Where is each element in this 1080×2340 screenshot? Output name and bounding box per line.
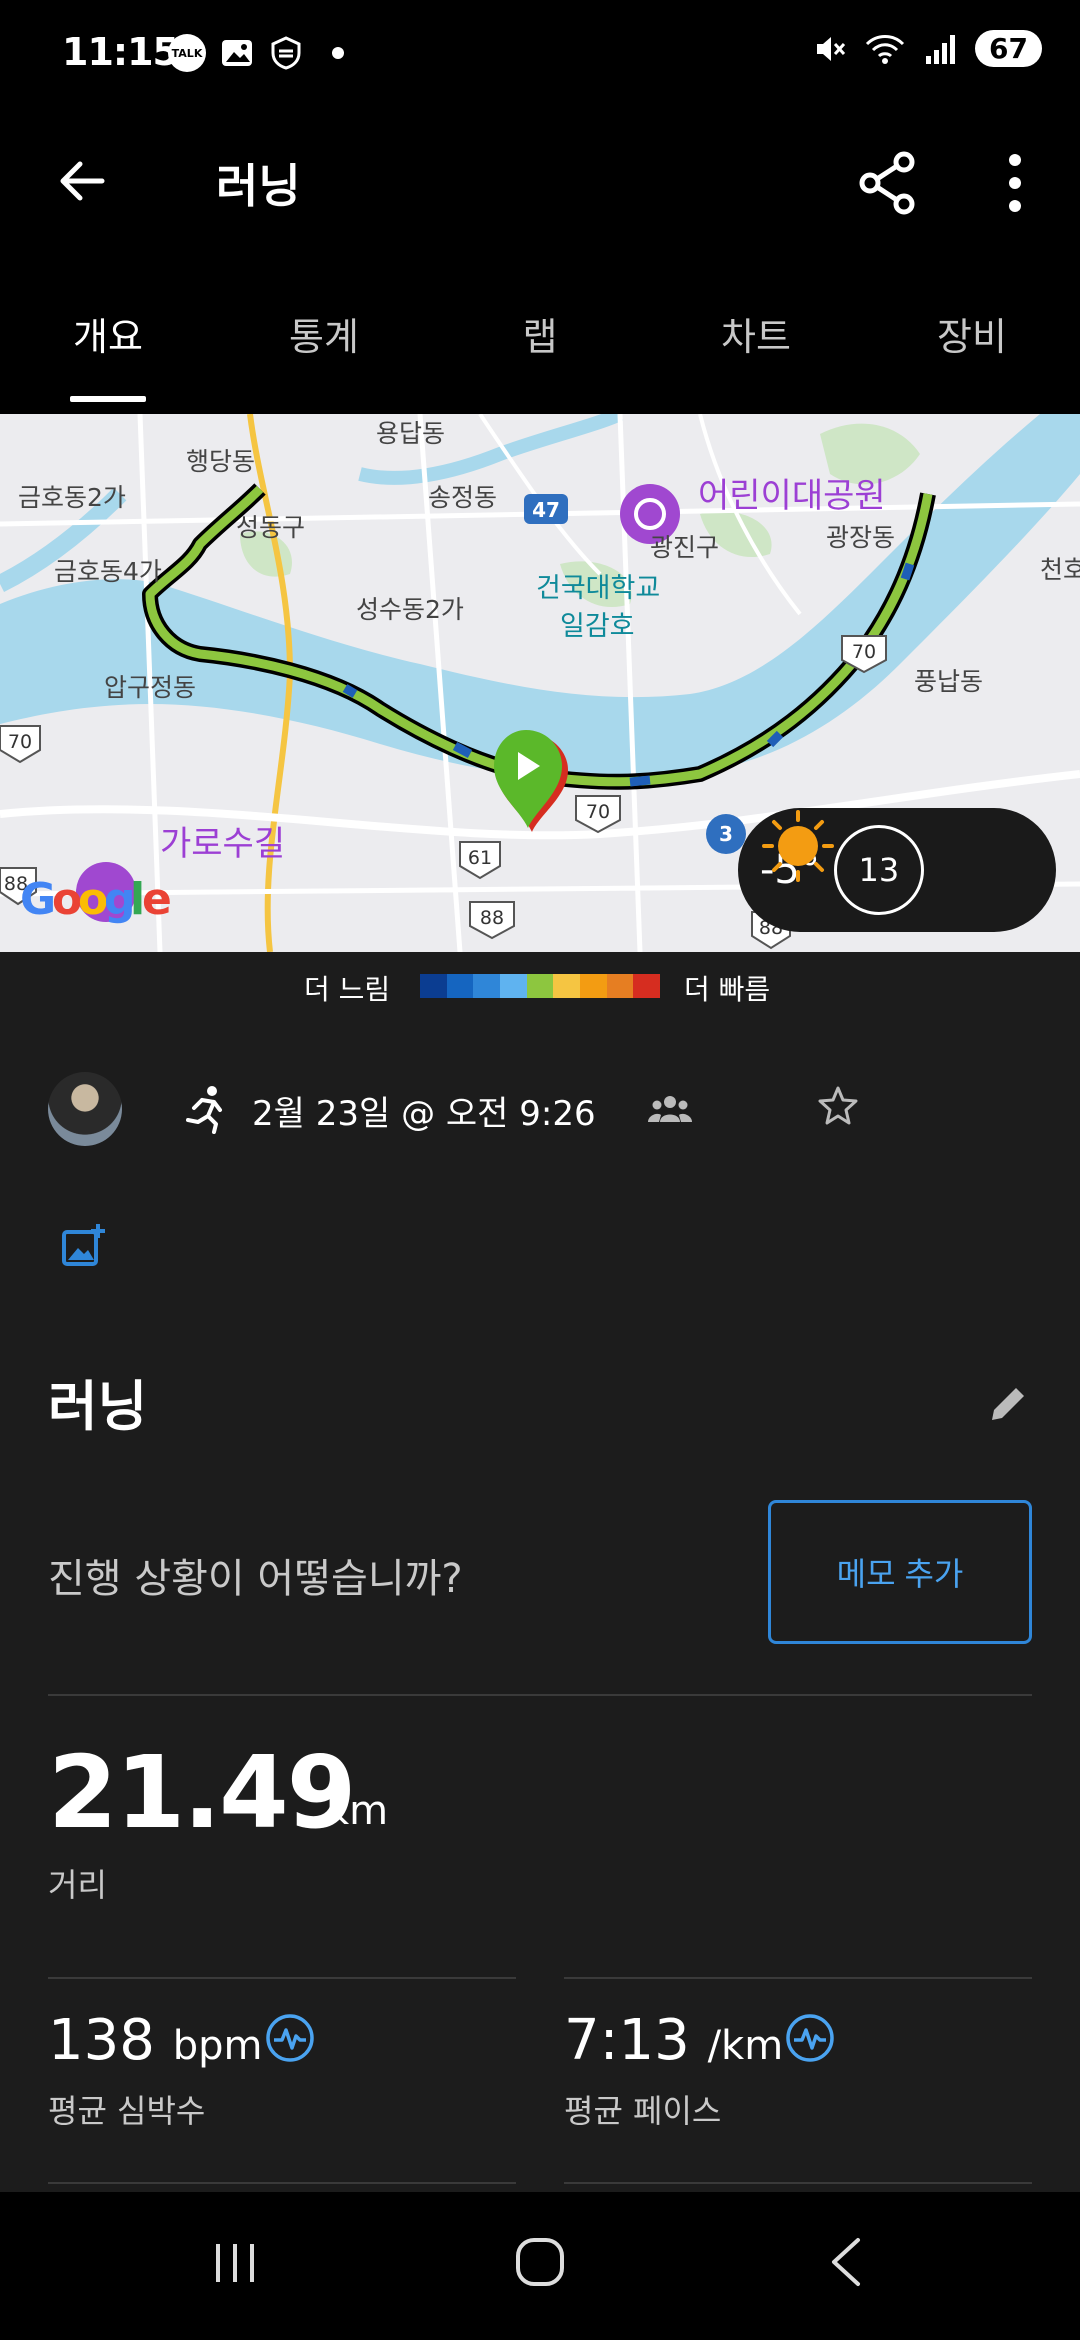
battery-icon: 67 [975,30,1042,67]
map-label-seongdong: 성동구 [236,513,306,542]
svg-text:3: 3 [719,822,733,846]
stat-divider [564,1977,1032,1979]
map-label-childrens-park: 어린이대공원 [698,476,886,516]
pace-label: 평균 페이스 [564,2092,722,2130]
wind-speed: 13 [858,851,900,889]
legend-fast-label: 더 빠름 [684,973,771,1006]
stat-divider [48,2182,516,2184]
running-icon [186,1086,222,1134]
map-label-konkuk: 건국대학교 [536,573,661,604]
mute-icon [817,36,846,61]
svg-text:70: 70 [8,731,32,753]
wifi-icon [865,34,905,64]
distance-value: 21.49 [48,1734,356,1851]
map-label-seongsu2: 성수동2가 [356,595,464,624]
system-nav-bar [0,2192,1080,2340]
section-divider [48,1694,1032,1696]
status-system-icons: 67 [813,30,1042,67]
more-options-icon[interactable] [990,146,1040,220]
app-bar: 러닝 [0,110,1080,250]
map-label-ilgamho: 일감호 [560,611,635,642]
map-label-geumho4: 금호동4가 [54,557,162,586]
more-notifications-dot [332,47,344,59]
tab-laps[interactable]: 랩 [432,270,648,410]
star-icon[interactable] [816,1084,860,1128]
map-label-songjeong: 송정동 [428,483,498,512]
legend-slow-label: 더 느림 [304,973,391,1006]
pace-pulse-icon[interactable] [784,2012,836,2064]
kakaotalk-icon: TALK [168,34,206,72]
svg-text:88: 88 [480,907,504,929]
tab-bar: 개요 통계 랩 차트 장비 [0,270,1080,410]
pace-value: 7:13 [564,2008,690,2073]
status-bar: 11:15 TALK 67 [0,0,1080,110]
heart-rate-label: 평균 심박수 [48,2092,206,2130]
activity-name: 러닝 [48,1375,148,1438]
map-label-gwangjin: 광진구 [650,533,720,562]
add-photo-icon[interactable] [60,1222,108,1270]
map-label-cheonho: 천호 [1040,555,1080,584]
progress-prompt: 진행 상황이 어떻습니까? [48,1556,463,1602]
svg-text:61: 61 [468,847,492,869]
pace-legend: 더 느림 더 빠름 [0,952,1080,1022]
route-map[interactable]: 47 70 70 70 3 61 88 88 88 G o o g l e 용답… [0,414,1080,952]
nav-back-icon[interactable] [820,2232,870,2292]
tab-overview[interactable]: 개요 [0,270,216,410]
pace-unit: /km [707,2023,784,2069]
sun-icon [762,810,834,882]
heart-rate-pulse-icon[interactable] [264,2012,316,2064]
wind-speed-icon: 13 [833,825,924,915]
add-memo-button[interactable]: 메모 추가 [768,1500,1032,1644]
heart-rate-unit: bpm [172,2023,263,2069]
signal-icon [926,34,956,64]
map-label-apgujeong: 압구정동 [104,673,197,702]
activity-date: 2월 23일 @ 오전 9:26 [252,1094,596,1134]
heart-rate-stat: 138 bpm [48,2008,262,2073]
distance-label: 거리 [48,1866,107,1904]
svg-text:e: e [142,874,172,925]
stat-divider [48,1977,516,1979]
map-label-geumho2: 금호동2가 [18,483,126,512]
gallery-icon [222,40,252,66]
distance-unit: km [326,1788,389,1834]
weather-badge: -5° 13 [738,808,1056,932]
stat-divider [564,2182,1032,2184]
back-arrow-icon[interactable] [50,146,120,216]
tab-stats[interactable]: 통계 [216,270,432,410]
svg-text:70: 70 [586,801,610,823]
page-title: 러닝 [216,159,301,213]
map-label-haengdang: 행당동 [186,447,256,476]
home-icon[interactable] [512,2234,568,2290]
tab-gear[interactable]: 장비 [864,270,1080,410]
map-label-yongdap: 용답동 [376,419,446,448]
heart-rate-value: 138 [48,2008,155,2073]
svg-text:47: 47 [532,498,560,522]
activity-details: 2월 23일 @ 오전 9:26 러닝 진행 상황이 어떻습니까? 메모 추가 … [0,1022,1080,2192]
edit-pencil-icon[interactable] [986,1382,1030,1426]
shield-icon [271,36,301,70]
status-time: 11:15 [62,30,179,74]
status-notification-icons: TALK [168,34,344,72]
group-icon[interactable] [648,1092,692,1126]
map-label-pungnap: 풍납동 [914,667,984,696]
map-label-gwangjang: 광장동 [826,523,896,552]
recent-apps-icon[interactable] [210,2238,260,2288]
legend-color-bar [420,974,661,998]
pace-stat: 7:13 /km [564,2008,783,2073]
share-icon[interactable] [850,146,924,220]
svg-text:G: G [20,874,56,925]
map-label-garosu: 가로수길 [160,824,286,864]
tab-charts[interactable]: 차트 [648,270,864,410]
avatar[interactable] [48,1072,122,1146]
svg-text:70: 70 [852,641,876,663]
